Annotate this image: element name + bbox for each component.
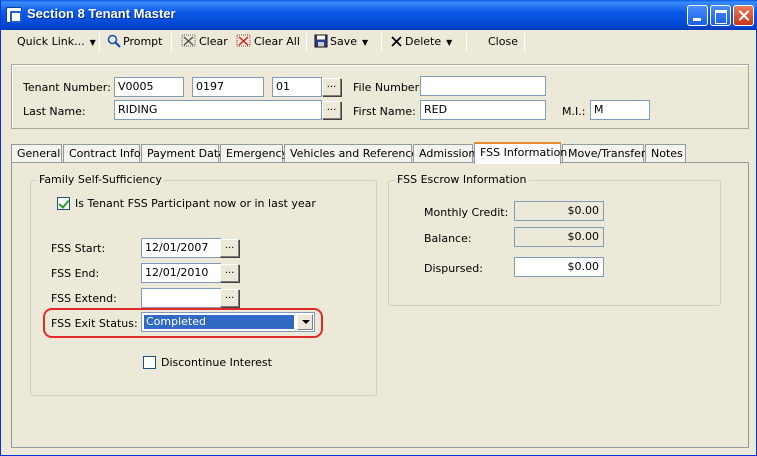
- file-number-label: File Number:: [353, 81, 423, 94]
- window-title: Section 8 Tenant Master: [27, 6, 176, 21]
- tab-admission[interactable]: Admission: [413, 144, 475, 163]
- tenant-number-part3-input[interactable]: 01: [272, 77, 322, 97]
- fss-participant-label: Is Tenant FSS Participant now or in last…: [75, 197, 316, 210]
- discontinue-interest-checkbox[interactable]: [143, 356, 156, 369]
- tab-payment-data[interactable]: Payment Data: [141, 144, 225, 163]
- floppy-disk-icon: [314, 34, 328, 48]
- save-label: Save: [330, 35, 358, 48]
- fss-exit-status-select[interactable]: Completed: [141, 312, 315, 332]
- family-self-sufficiency-title: Family Self-Sufficiency: [37, 173, 164, 186]
- chevron-down-icon[interactable]: ▼: [446, 38, 452, 47]
- monthly-credit-label: Monthly Credit:: [424, 206, 509, 219]
- tenant-header-panel: Tenant Number: V0005 0197 01 ... File Nu…: [11, 64, 749, 129]
- chevron-down-icon[interactable]: ▼: [362, 38, 368, 47]
- last-name-label: Last Name:: [23, 105, 86, 118]
- middle-initial-label: M.I.:: [562, 105, 586, 118]
- quick-link-label: Quick Link...: [17, 35, 85, 48]
- toolbar-separator: [171, 33, 172, 52]
- tab-general[interactable]: General: [11, 144, 62, 163]
- dispursed-label: Dispursed:: [424, 262, 483, 275]
- fss-start-input[interactable]: 12/01/2007: [141, 238, 221, 258]
- magnifier-icon: [107, 34, 121, 48]
- tenant-number-part1-input[interactable]: V0005: [114, 77, 184, 97]
- last-name-input[interactable]: RIDING: [114, 100, 322, 120]
- app-icon: [6, 7, 22, 23]
- fss-extend-input[interactable]: [141, 288, 221, 308]
- tenant-master-window: Section 8 Tenant Master Quick Link... ▼ P…: [0, 0, 757, 456]
- last-name-lookup-button[interactable]: ...: [322, 101, 341, 119]
- fss-end-input[interactable]: 12/01/2010: [141, 263, 221, 283]
- tab-contract-info[interactable]: Contract Info: [63, 144, 141, 163]
- toolbar-separator: [99, 33, 100, 52]
- fss-participant-checkbox[interactable]: [57, 197, 70, 210]
- fss-start-date-picker-button[interactable]: ...: [220, 239, 239, 257]
- title-bar[interactable]: Section 8 Tenant Master: [1, 0, 757, 30]
- save-button[interactable]: Save ▼: [312, 33, 370, 51]
- delete-x-icon: [391, 36, 402, 47]
- tab-move-transfer[interactable]: Move/Transfer: [562, 144, 645, 163]
- chevron-down-icon[interactable]: [297, 314, 313, 330]
- fss-exit-status-value: Completed: [144, 315, 294, 329]
- delete-label: Delete: [405, 35, 442, 48]
- maximize-button[interactable]: [710, 5, 731, 26]
- toolbar: Quick Link... ▼ Prompt Clear Clear All S…: [3, 30, 754, 54]
- tenant-number-lookup-button[interactable]: ...: [322, 78, 341, 96]
- balance-label: Balance:: [424, 232, 472, 245]
- prompt-button[interactable]: Prompt: [105, 33, 164, 51]
- first-name-label: First Name:: [353, 105, 416, 118]
- close-button[interactable]: Close: [486, 33, 520, 51]
- clear-button[interactable]: Clear: [179, 33, 230, 51]
- fss-end-date-picker-button[interactable]: ...: [220, 264, 239, 282]
- tab-vehicles-and-references[interactable]: Vehicles and References: [284, 144, 424, 163]
- clear-all-button[interactable]: Clear All: [234, 33, 302, 51]
- monthly-credit-value: $0.00: [514, 201, 604, 221]
- toolbar-separator: [524, 33, 525, 52]
- toolbar-separator: [306, 33, 307, 52]
- clear-icon: [181, 34, 196, 47]
- delete-button[interactable]: Delete ▼: [388, 33, 454, 51]
- chevron-down-icon: ▼: [89, 38, 96, 47]
- file-number-input[interactable]: [420, 76, 546, 96]
- tab-emergency[interactable]: Emergency: [220, 144, 288, 163]
- clear-all-label: Clear All: [254, 35, 300, 48]
- fss-escrow-title: FSS Escrow Information: [395, 173, 529, 186]
- toolbar-separator: [466, 33, 467, 52]
- balance-value: $0.00: [514, 227, 604, 247]
- dispursed-input[interactable]: $0.00: [514, 257, 604, 277]
- fss-start-label: FSS Start:: [51, 242, 106, 255]
- minimize-button[interactable]: [687, 5, 708, 26]
- discontinue-interest-label: Discontinue Interest: [161, 356, 272, 369]
- prompt-label: Prompt: [123, 35, 163, 48]
- fss-end-label: FSS End:: [51, 267, 100, 280]
- close-window-button[interactable]: [733, 5, 754, 26]
- fss-exit-status-label: FSS Exit Status:: [51, 317, 138, 330]
- fss-extend-label: FSS Extend:: [51, 292, 117, 305]
- tab-fss-information[interactable]: FSS Information: [474, 142, 567, 164]
- middle-initial-input[interactable]: M: [590, 100, 650, 120]
- clear-label: Clear: [199, 35, 228, 48]
- first-name-input[interactable]: RED: [420, 100, 546, 120]
- fss-extend-date-picker-button[interactable]: ...: [220, 289, 239, 307]
- tab-notes[interactable]: Notes: [645, 144, 686, 163]
- quick-link-button[interactable]: Quick Link... ▼: [15, 33, 98, 51]
- tenant-number-label: Tenant Number:: [23, 81, 111, 94]
- toolbar-separator: [381, 33, 382, 52]
- clear-all-icon: [236, 34, 251, 47]
- tenant-number-part2-input[interactable]: 0197: [192, 77, 264, 97]
